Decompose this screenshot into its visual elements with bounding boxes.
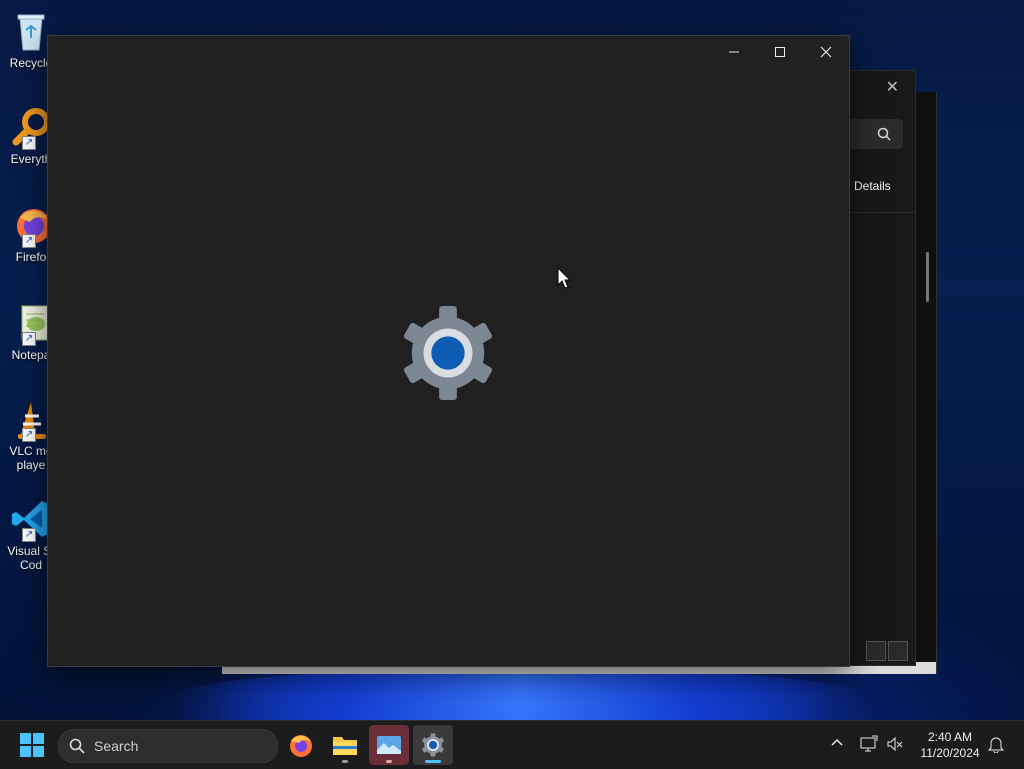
network-tray-button[interactable] (860, 735, 880, 755)
settings-gear-icon (403, 305, 493, 401)
close-button[interactable] (803, 36, 849, 68)
running-indicator (386, 760, 392, 763)
vlc-icon: ↗ (10, 398, 52, 442)
clock-time: 2:40 AM (927, 730, 973, 744)
scrollbar-thumb[interactable] (926, 252, 929, 302)
network-icon (860, 735, 878, 752)
running-indicator (342, 760, 348, 763)
taskbar-photos[interactable] (369, 725, 409, 765)
background-close-button[interactable]: ✕ (886, 77, 899, 97)
settings-icon (422, 733, 444, 757)
bell-icon (987, 737, 1005, 754)
windows-logo-icon (20, 733, 44, 757)
firefox-icon: ↗ (10, 204, 52, 248)
notifications-button[interactable] (987, 735, 1008, 755)
search-icon (69, 738, 85, 754)
show-hidden-icons-button[interactable] (829, 735, 849, 755)
large-icons-view-button[interactable] (888, 641, 908, 661)
start-button[interactable] (12, 725, 52, 765)
shortcut-arrow-icon: ↗ (22, 428, 36, 442)
notepad-plus-plus-icon: ↗ (10, 302, 52, 346)
settings-window (47, 35, 850, 667)
taskbar-settings[interactable] (413, 725, 453, 765)
shortcut-arrow-icon: ↗ (22, 528, 36, 542)
active-indicator (425, 760, 441, 763)
maximize-icon (775, 47, 785, 57)
firefox-icon (290, 735, 312, 757)
divider (849, 212, 915, 213)
details-view-button[interactable] (866, 641, 886, 661)
search-icon (877, 127, 891, 141)
everything-search-icon: ↗ (10, 106, 52, 150)
recycle-bin-icon (10, 10, 52, 52)
volume-muted-icon (887, 736, 903, 752)
background-search-box[interactable] (849, 119, 903, 149)
system-clock[interactable]: 2:40 AM 11/20/2024 (916, 729, 984, 761)
volume-tray-button[interactable] (886, 735, 906, 755)
chevron-up-icon (831, 738, 843, 746)
vscode-icon: ↗ (10, 498, 52, 542)
shortcut-arrow-icon: ↗ (22, 136, 36, 150)
clock-date: 11/20/2024 (920, 746, 980, 760)
file-explorer-icon (333, 737, 357, 755)
maximize-button[interactable] (757, 36, 803, 68)
details-toggle[interactable]: Details (854, 179, 891, 193)
minimize-icon (729, 51, 739, 53)
search-label: Search (94, 738, 139, 754)
minimize-button[interactable] (711, 36, 757, 68)
taskbar-firefox[interactable] (281, 725, 321, 765)
view-switcher (866, 641, 908, 661)
wallpaper-swirl (170, 668, 870, 720)
close-icon (820, 46, 832, 58)
mouse-cursor-icon (557, 267, 571, 289)
taskbar: Search 2:40 AM 11/20/2024 (0, 720, 1024, 769)
background-window-edge (914, 92, 937, 674)
taskbar-search-box[interactable]: Search (58, 729, 278, 763)
photos-icon (377, 736, 401, 754)
shortcut-arrow-icon: ↗ (22, 234, 36, 248)
shortcut-arrow-icon: ↗ (22, 332, 36, 346)
taskbar-file-explorer[interactable] (325, 725, 365, 765)
